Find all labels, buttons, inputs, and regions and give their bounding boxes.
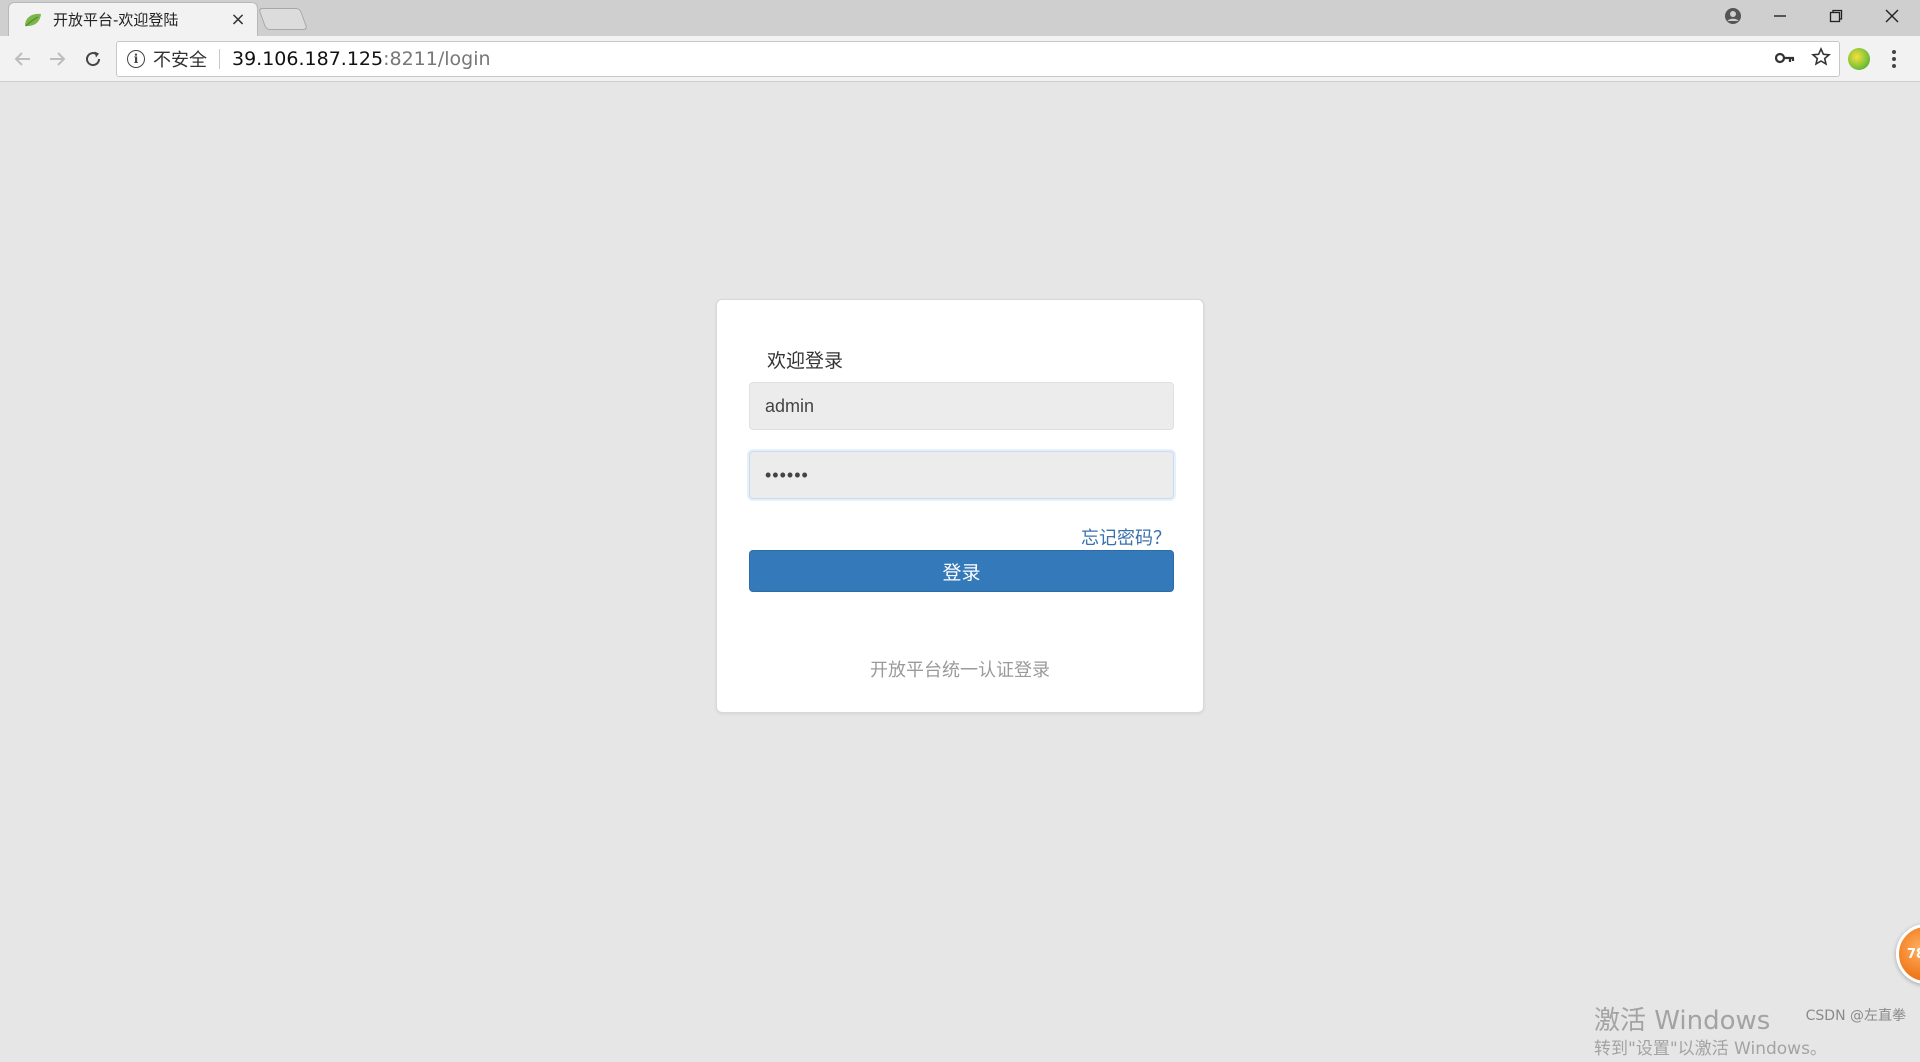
watermark-line-1: 激活 Windows <box>1594 1006 1771 1036</box>
page-viewport: 欢迎登录 忘记密码？ 登录 开放平台统一认证登录 78 激活 Windows 转… <box>0 82 1920 1059</box>
browser-tab-bar: 开放平台-欢迎登陆 × <box>0 0 1920 36</box>
browser-tab[interactable]: 开放平台-欢迎登陆 × <box>8 2 258 36</box>
tab-title: 开放平台-欢迎登陆 <box>53 11 179 29</box>
unified-auth-link[interactable]: 开放平台统一认证登录 <box>717 656 1203 682</box>
back-arrow-icon[interactable] <box>10 46 36 72</box>
url-host: 39.106.187.125 <box>232 48 384 70</box>
address-bar[interactable]: i 不安全 39.106.187.125:8211/login <box>116 41 1840 77</box>
login-button[interactable]: 登录 <box>749 550 1174 592</box>
address-bar-actions <box>1774 42 1831 76</box>
username-input[interactable] <box>749 382 1174 430</box>
restore-icon[interactable] <box>1808 0 1864 32</box>
forgot-password-link[interactable]: 忘记密码？ <box>1081 524 1171 550</box>
csdn-credit: CSDN @左直拳 <box>1805 1008 1906 1024</box>
browser-toolbar: i 不安全 39.106.187.125:8211/login <box>0 36 1920 82</box>
account-icon[interactable] <box>1714 0 1752 32</box>
login-title: 欢迎登录 <box>767 350 844 372</box>
close-window-icon[interactable] <box>1864 0 1920 32</box>
spring-leaf-icon <box>23 12 43 28</box>
watermark-line-2: 转到"设置"以激活 Windows。 <box>1594 1039 1827 1059</box>
reload-icon[interactable] <box>80 46 106 72</box>
menu-dots-icon[interactable] <box>1892 50 1896 68</box>
minimize-icon[interactable] <box>1752 0 1808 32</box>
window-controls <box>1714 0 1920 32</box>
tab-close-icon[interactable]: × <box>229 9 247 30</box>
extension-icon[interactable] <box>1848 48 1870 70</box>
url-text: 39.106.187.125:8211/login <box>232 48 491 70</box>
password-input[interactable] <box>749 451 1174 499</box>
badge-value: 78 <box>1907 946 1920 962</box>
security-label: 不安全 <box>153 50 207 71</box>
key-icon[interactable] <box>1774 50 1795 69</box>
address-separator <box>219 49 220 69</box>
windows-activation-watermark: 激活 Windows 转到"设置"以激活 Windows。 <box>1594 1006 1827 1062</box>
forward-arrow-icon[interactable] <box>44 46 70 72</box>
bookmark-star-icon[interactable] <box>1811 47 1831 71</box>
new-tab-button[interactable] <box>257 8 309 30</box>
url-path: :8211/login <box>383 48 491 70</box>
info-icon[interactable]: i <box>127 50 145 68</box>
extensions-area <box>1848 46 1918 72</box>
login-card: 欢迎登录 忘记密码？ 登录 开放平台统一认证登录 <box>716 299 1204 713</box>
floating-speed-badge[interactable]: 78 <box>1896 924 1920 984</box>
